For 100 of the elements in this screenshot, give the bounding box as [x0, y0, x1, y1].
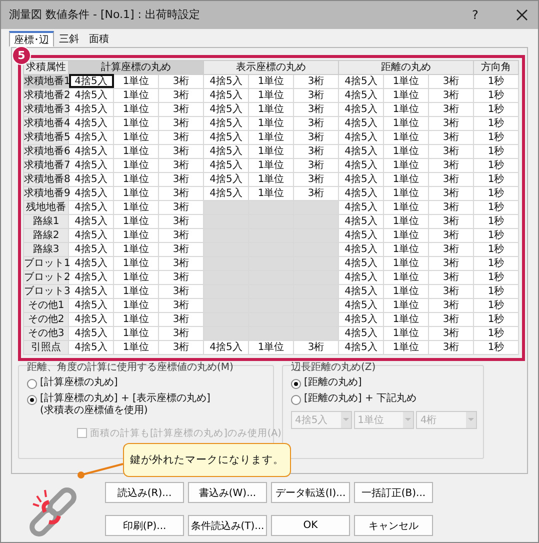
table-cell[interactable]: 1単位: [114, 102, 158, 116]
help-button[interactable]: ?: [472, 8, 486, 22]
table-cell[interactable]: 4捨5入: [68, 144, 114, 158]
table-cell[interactable]: 1単位: [248, 340, 294, 354]
table-cell[interactable]: 4捨5入: [68, 284, 114, 298]
table-cell[interactable]: 4捨5入: [68, 116, 114, 130]
table-cell[interactable]: 3桁: [428, 340, 474, 354]
table-cell[interactable]: 1単位: [114, 172, 158, 186]
table-cell[interactable]: 1単位: [114, 200, 158, 214]
table-cell[interactable]: 4捨5入: [204, 172, 248, 186]
table-cell[interactable]: 1単位: [114, 144, 158, 158]
table-cell[interactable]: 4捨5入: [204, 340, 248, 354]
table-cell[interactable]: 4捨5入: [68, 242, 114, 256]
table-cell[interactable]: 1単位: [384, 312, 428, 326]
table-cell[interactable]: 3桁: [428, 326, 474, 340]
row-header[interactable]: 求積地番1: [24, 74, 68, 88]
table-cell[interactable]: 3桁: [294, 130, 338, 144]
table-cell[interactable]: 3桁: [428, 200, 474, 214]
table-cell[interactable]: 4捨5入: [338, 158, 384, 172]
button[interactable]: データ転送(I)...: [271, 482, 350, 503]
table-cell[interactable]: 1単位: [114, 340, 158, 354]
table-cell[interactable]: 3桁: [428, 172, 474, 186]
row-header[interactable]: 路線2: [24, 228, 68, 242]
row-header[interactable]: その他3: [24, 326, 68, 340]
column-header[interactable]: 距離の丸め: [338, 60, 474, 74]
table-cell[interactable]: 1単位: [114, 284, 158, 298]
table-cell[interactable]: 1単位: [114, 228, 158, 242]
column-header[interactable]: 計算座標の丸め: [68, 60, 204, 74]
table-cell[interactable]: 3桁: [428, 312, 474, 326]
column-header[interactable]: 表示座標の丸め: [204, 60, 338, 74]
table-cell[interactable]: 1秒: [474, 326, 518, 340]
table-cell[interactable]: 4捨5入: [338, 130, 384, 144]
table-cell[interactable]: 3桁: [158, 144, 204, 158]
table-cell[interactable]: 4捨5入: [338, 242, 384, 256]
tab[interactable]: 座標･辺: [9, 30, 54, 47]
table-cell[interactable]: 3桁: [294, 116, 338, 130]
table-cell[interactable]: 3桁: [428, 284, 474, 298]
table-cell[interactable]: 4捨5入: [204, 74, 248, 88]
table-cell[interactable]: 3桁: [428, 242, 474, 256]
table-cell[interactable]: 1単位: [248, 186, 294, 200]
table-cell[interactable]: 1単位: [114, 158, 158, 172]
table-cell[interactable]: 1単位: [114, 74, 158, 88]
row-header[interactable]: 求積地番4: [24, 116, 68, 130]
table-cell[interactable]: 4捨5入: [338, 102, 384, 116]
table-cell[interactable]: 3桁: [428, 130, 474, 144]
table-cell[interactable]: 4捨5入: [204, 158, 248, 172]
table-cell[interactable]: 1単位: [114, 242, 158, 256]
table-cell[interactable]: 3桁: [428, 270, 474, 284]
row-header[interactable]: 引照点: [24, 340, 68, 354]
table-cell[interactable]: 1単位: [384, 256, 428, 270]
table-cell[interactable]: 4捨5入: [68, 102, 114, 116]
table-cell[interactable]: 1単位: [384, 130, 428, 144]
table-cell[interactable]: 4捨5入: [68, 158, 114, 172]
table-cell[interactable]: 1単位: [114, 116, 158, 130]
row-header[interactable]: 求積地番7: [24, 158, 68, 172]
table-cell[interactable]: 4捨5入: [204, 116, 248, 130]
button[interactable]: 読込み(R)...: [105, 482, 184, 503]
table-cell[interactable]: 1秒: [474, 130, 518, 144]
table-cell[interactable]: 4捨5入: [338, 88, 384, 102]
table-cell[interactable]: 3桁: [428, 144, 474, 158]
table-cell[interactable]: 4捨5入: [338, 186, 384, 200]
table-cell[interactable]: 1秒: [474, 340, 518, 354]
table-cell[interactable]: 4捨5入: [338, 228, 384, 242]
table-cell[interactable]: 3桁: [428, 88, 474, 102]
table-cell[interactable]: 1単位: [248, 74, 294, 88]
table-cell[interactable]: 3桁: [294, 74, 338, 88]
table-cell[interactable]: 1秒: [474, 158, 518, 172]
table-cell[interactable]: 1秒: [474, 88, 518, 102]
radio-button[interactable]: [291, 394, 301, 405]
table-cell[interactable]: 1単位: [384, 74, 428, 88]
table-cell[interactable]: 3桁: [158, 186, 204, 200]
table-cell[interactable]: 1秒: [474, 256, 518, 270]
row-header[interactable]: 求積地番5: [24, 130, 68, 144]
button[interactable]: 条件読込み(T)...: [188, 515, 267, 536]
table-cell[interactable]: 4捨5入: [338, 298, 384, 312]
table-cell[interactable]: 4捨5入: [338, 74, 384, 88]
table-cell[interactable]: 3桁: [294, 88, 338, 102]
table-cell[interactable]: 1秒: [474, 172, 518, 186]
button[interactable]: 書込み(W)...: [188, 482, 267, 503]
table-cell[interactable]: 4捨5入: [338, 172, 384, 186]
row-header[interactable]: 求積地番2: [24, 88, 68, 102]
row-header[interactable]: 求積地番8: [24, 172, 68, 186]
table-cell[interactable]: 1秒: [474, 242, 518, 256]
table-cell[interactable]: 1単位: [248, 158, 294, 172]
table-cell[interactable]: 1単位: [384, 298, 428, 312]
table-cell[interactable]: 3桁: [428, 186, 474, 200]
table-cell[interactable]: 4捨5入: [204, 88, 248, 102]
table-cell[interactable]: 3桁: [294, 158, 338, 172]
table-cell[interactable]: 1単位: [384, 270, 428, 284]
table-cell[interactable]: 1単位: [384, 144, 428, 158]
row-header[interactable]: ブロット2: [24, 270, 68, 284]
table-cell[interactable]: 3桁: [294, 144, 338, 158]
table-cell[interactable]: 3桁: [428, 74, 474, 88]
table-cell[interactable]: 4捨5入: [68, 74, 114, 88]
table-cell[interactable]: 1単位: [114, 214, 158, 228]
table-cell[interactable]: 1単位: [384, 158, 428, 172]
table-cell[interactable]: 1単位: [384, 116, 428, 130]
row-header[interactable]: 路線3: [24, 242, 68, 256]
radio-button[interactable]: [27, 394, 37, 405]
table-cell[interactable]: 4捨5入: [68, 340, 114, 354]
